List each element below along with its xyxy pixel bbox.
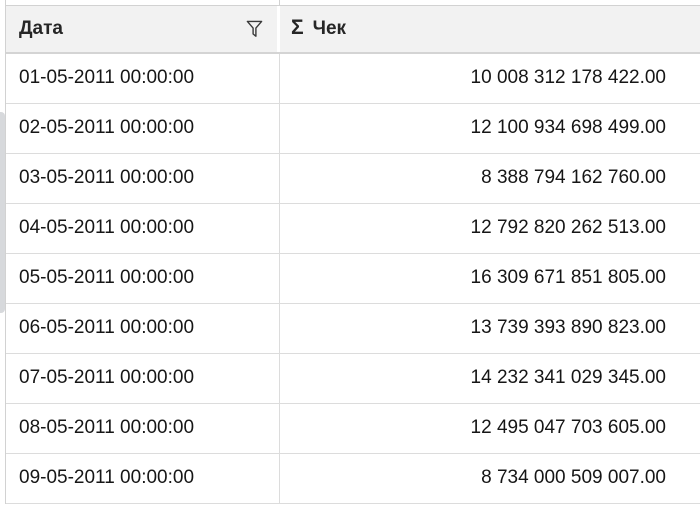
- data-table: Дата Σ Чек 01-05-2011 00:00:00 10 008 31…: [5, 0, 700, 504]
- table-body: 01-05-2011 00:00:00 10 008 312 178 422.0…: [6, 54, 700, 504]
- table-row: 06-05-2011 00:00:00 13 739 393 890 823.0…: [6, 304, 700, 354]
- value-text: 12 792 820 262 513.00: [471, 217, 666, 239]
- value-text: 13 739 393 890 823.00: [471, 317, 666, 339]
- clipped-value-cell: [280, 0, 700, 5]
- value-cell[interactable]: 12 495 047 703 605.00: [280, 404, 700, 453]
- vertical-scrollbar[interactable]: [0, 0, 5, 506]
- value-text: 8 734 000 509 007.00: [481, 467, 666, 489]
- date-text: 03-05-2011 00:00:00: [19, 167, 194, 189]
- column-header-date-label: Дата: [19, 18, 63, 40]
- value-cell[interactable]: 10 008 312 178 422.00: [280, 54, 700, 103]
- filter-icon[interactable]: [246, 20, 263, 38]
- table-header-row: Дата Σ Чек: [6, 5, 700, 54]
- table-row: 09-05-2011 00:00:00 8 734 000 509 007.00: [6, 454, 700, 504]
- value-cell[interactable]: 14 232 341 029 345.00: [280, 354, 700, 403]
- table-row: 03-05-2011 00:00:00 8 388 794 162 760.00: [6, 154, 700, 204]
- date-text: 04-05-2011 00:00:00: [19, 217, 194, 239]
- date-text: 08-05-2011 00:00:00: [19, 417, 194, 439]
- date-text: 01-05-2011 00:00:00: [19, 67, 194, 89]
- date-cell[interactable]: 05-05-2011 00:00:00: [6, 254, 280, 303]
- date-cell[interactable]: 02-05-2011 00:00:00: [6, 104, 280, 153]
- column-header-sum-label: Чек: [313, 18, 346, 40]
- column-header-date[interactable]: Дата: [6, 6, 280, 52]
- value-cell[interactable]: 8 734 000 509 007.00: [280, 454, 700, 503]
- table-row: 07-05-2011 00:00:00 14 232 341 029 345.0…: [6, 354, 700, 404]
- date-cell[interactable]: 04-05-2011 00:00:00: [6, 204, 280, 253]
- value-cell[interactable]: 12 100 934 698 499.00: [280, 104, 700, 153]
- column-header-sum[interactable]: Σ Чек: [280, 6, 700, 52]
- clipped-row-above: [6, 0, 700, 5]
- value-cell[interactable]: 13 739 393 890 823.00: [280, 304, 700, 353]
- date-cell[interactable]: 01-05-2011 00:00:00: [6, 54, 280, 103]
- date-cell[interactable]: 07-05-2011 00:00:00: [6, 354, 280, 403]
- value-text: 12 100 934 698 499.00: [471, 117, 666, 139]
- clipped-date-cell: [6, 0, 280, 5]
- date-text: 02-05-2011 00:00:00: [19, 117, 194, 139]
- value-text: 8 388 794 162 760.00: [481, 167, 666, 189]
- date-cell[interactable]: 06-05-2011 00:00:00: [6, 304, 280, 353]
- table-row: 08-05-2011 00:00:00 12 495 047 703 605.0…: [6, 404, 700, 454]
- table-row: 04-05-2011 00:00:00 12 792 820 262 513.0…: [6, 204, 700, 254]
- value-cell[interactable]: 8 388 794 162 760.00: [280, 154, 700, 203]
- table-row: 02-05-2011 00:00:00 12 100 934 698 499.0…: [6, 104, 700, 154]
- value-text: 10 008 312 178 422.00: [471, 67, 666, 89]
- scrollbar-thumb[interactable]: [0, 112, 5, 313]
- date-text: 09-05-2011 00:00:00: [19, 467, 194, 489]
- date-text: 06-05-2011 00:00:00: [19, 317, 194, 339]
- date-cell[interactable]: 09-05-2011 00:00:00: [6, 454, 280, 503]
- value-text: 14 232 341 029 345.00: [471, 367, 666, 389]
- table-row: 01-05-2011 00:00:00 10 008 312 178 422.0…: [6, 54, 700, 104]
- date-text: 05-05-2011 00:00:00: [19, 267, 194, 289]
- date-cell[interactable]: 03-05-2011 00:00:00: [6, 154, 280, 203]
- date-cell[interactable]: 08-05-2011 00:00:00: [6, 404, 280, 453]
- date-text: 07-05-2011 00:00:00: [19, 367, 194, 389]
- value-text: 16 309 671 851 805.00: [471, 267, 666, 289]
- value-cell[interactable]: 16 309 671 851 805.00: [280, 254, 700, 303]
- sum-sigma-icon: Σ: [291, 17, 304, 38]
- value-text: 12 495 047 703 605.00: [471, 417, 666, 439]
- value-cell[interactable]: 12 792 820 262 513.00: [280, 204, 700, 253]
- table-row: 05-05-2011 00:00:00 16 309 671 851 805.0…: [6, 254, 700, 304]
